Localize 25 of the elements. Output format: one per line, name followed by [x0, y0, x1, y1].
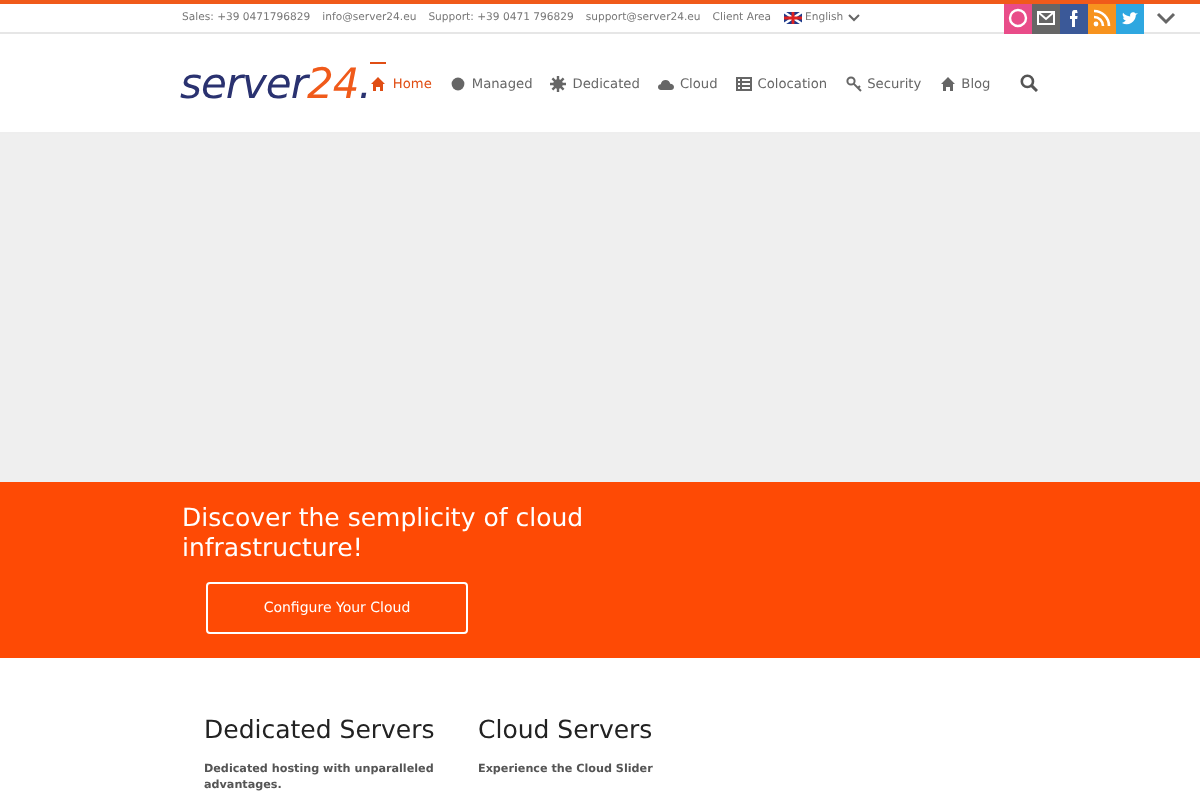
mail-button[interactable] — [1032, 3, 1060, 33]
mail-icon — [1036, 8, 1056, 28]
rss-icon — [1092, 8, 1112, 28]
search-icon[interactable] — [1020, 74, 1039, 92]
caret-icon — [847, 14, 860, 22]
flag-icon — [783, 12, 802, 24]
facebook-button[interactable] — [1060, 3, 1088, 33]
cloud-icon — [657, 75, 674, 91]
chevron-icon[interactable] — [1156, 11, 1176, 25]
ball-icon — [1008, 8, 1028, 28]
twitter-button[interactable] — [1116, 3, 1144, 33]
key-icon — [845, 75, 862, 91]
dot-icon — [449, 75, 466, 91]
facebook-icon — [1064, 8, 1084, 28]
logo[interactable]: server24. — [180, 59, 371, 107]
rss-button[interactable] — [1088, 3, 1116, 33]
table-icon — [735, 75, 752, 91]
feature-title: Dedicated Servers — [204, 714, 437, 744]
feature-title: Cloud Servers — [478, 714, 655, 744]
cta-heading: Discover the semplicity of cloud infrastructure! — [182, 502, 586, 562]
dribbble-button[interactable] — [1004, 3, 1032, 33]
bird-icon — [1120, 8, 1140, 28]
gear-icon — [550, 75, 567, 91]
house-icon — [370, 75, 387, 91]
house-icon — [939, 75, 956, 91]
